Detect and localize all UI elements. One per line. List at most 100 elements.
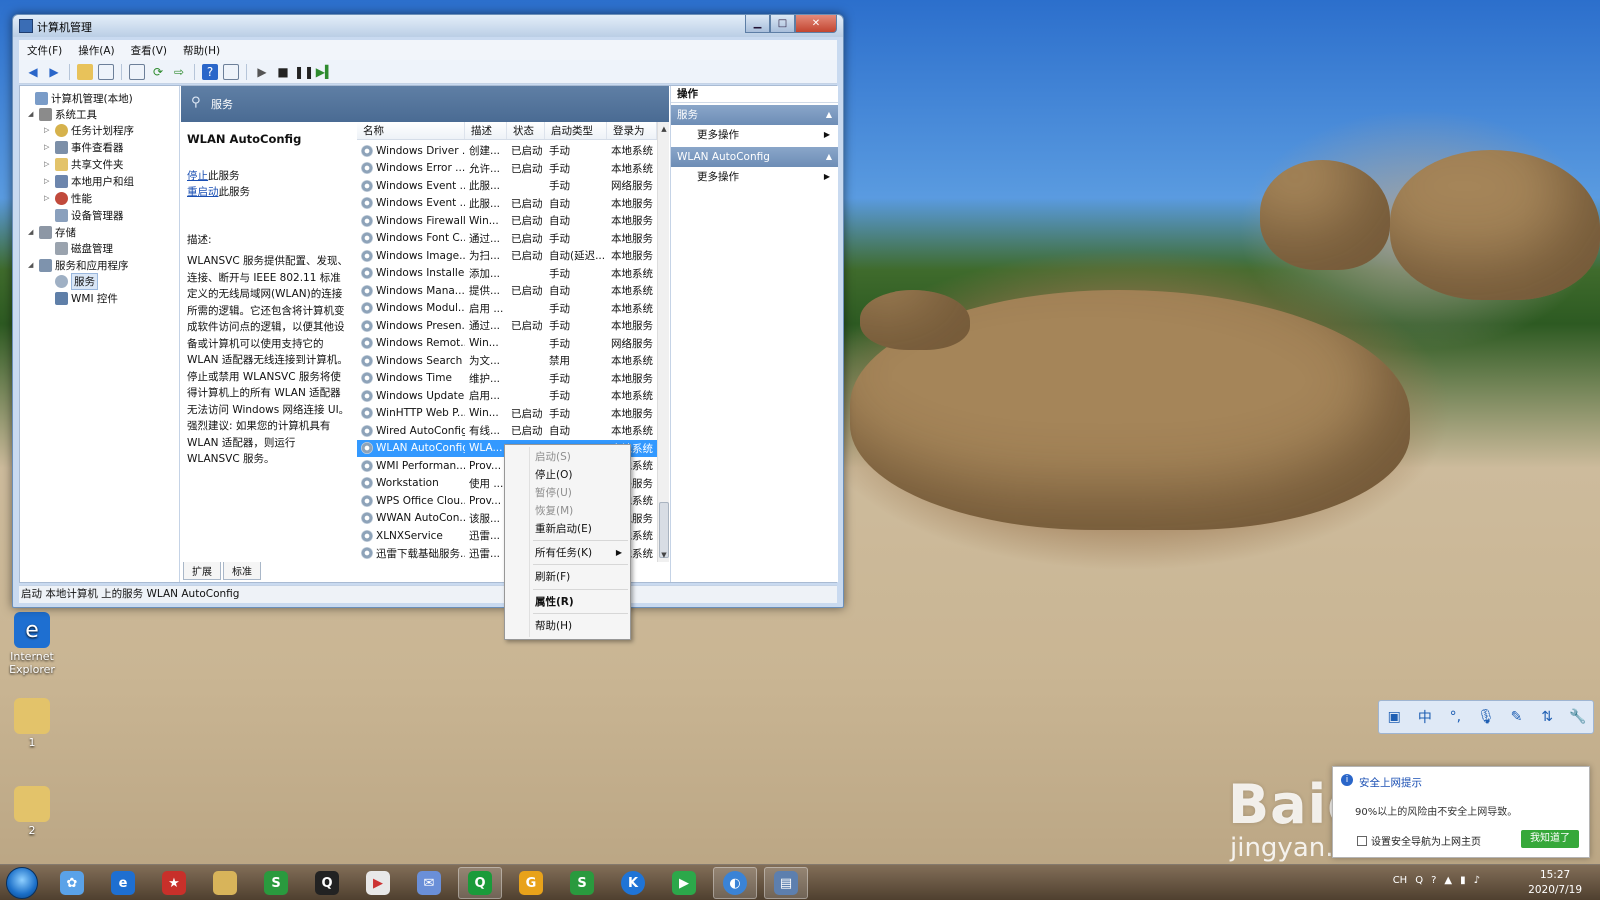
service-row[interactable]: Windows Firewall Win... 已启动 自动 本地服务 — [357, 212, 657, 230]
stop-service-link[interactable]: 停止 — [187, 170, 208, 182]
menu-file[interactable]: 文件(F) — [19, 43, 70, 58]
expand-toggle[interactable]: ▷ — [44, 177, 52, 185]
menu-help[interactable]: 帮助(H) — [175, 43, 228, 58]
tree-item-shared-folders[interactable]: ▷ 共享文件夹 — [44, 156, 124, 172]
service-row[interactable]: Windows Presen... 通过... 已启动 手动 本地服务 — [357, 317, 657, 335]
service-row[interactable]: Windows Font C... 通过... 已启动 手动 本地服务 — [357, 230, 657, 248]
scroll-down-icon[interactable]: ▼ — [658, 548, 670, 562]
service-row[interactable]: Windows Modul... 启用 ... 手动 本地系统 — [357, 300, 657, 318]
service-row[interactable]: Windows Search 为文... 禁用 本地系统 — [357, 352, 657, 370]
service-row[interactable]: Windows Event ... 此服... 手动 网络服务 — [357, 177, 657, 195]
back-arrow-icon[interactable]: ◀ — [25, 64, 41, 80]
got-it-button[interactable]: 我知道了 — [1521, 830, 1579, 848]
service-row[interactable]: Windows Remot... Win... 手动 网络服务 — [357, 335, 657, 353]
export-list-icon[interactable]: ⇨ — [171, 64, 187, 80]
column-header-status[interactable]: 状态 — [507, 122, 545, 139]
expand-toggle[interactable]: ▷ — [44, 194, 52, 202]
taskbar-qq[interactable]: Q — [305, 867, 349, 899]
context-menu-item[interactable]: 刷新(F) — [507, 567, 628, 587]
up-folder-icon[interactable] — [77, 63, 93, 80]
help-icon[interactable]: ? — [202, 63, 218, 80]
tree-item-services-apps[interactable]: ◢ 服务和应用程序 — [28, 257, 129, 273]
taskbar-g[interactable]: G — [509, 867, 553, 899]
taskbar-youku[interactable]: ▶ — [356, 867, 400, 899]
taskbar-mail[interactable]: ✉ — [407, 867, 451, 899]
taskbar-app[interactable]: ★ — [152, 867, 196, 899]
service-row[interactable]: Windows Update 启用... 手动 本地系统 — [357, 387, 657, 405]
properties-icon[interactable] — [129, 63, 145, 80]
tab-standard[interactable]: 标准 — [223, 562, 261, 580]
tree-item-system-tools[interactable]: ◢ 系统工具 — [28, 106, 97, 122]
expand-toggle[interactable]: ◢ — [28, 261, 36, 269]
tree-item-wmi-control[interactable]: WMI 控件 — [44, 290, 118, 306]
more-actions-services[interactable]: 更多操作 ▶ — [671, 125, 838, 145]
refresh-icon[interactable]: ⟳ — [150, 64, 166, 80]
service-row[interactable]: Windows Error ... 允许... 已启动 手动 本地系统 — [357, 160, 657, 178]
column-header-startup-type[interactable]: 启动类型 — [545, 122, 607, 139]
service-row[interactable]: Windows Driver ... 创建... 已启动 手动 本地系统 — [357, 142, 657, 160]
qq-tray-icon[interactable]: Q — [1415, 875, 1423, 886]
collapse-icon[interactable]: ▲ — [826, 105, 832, 125]
desktop-icon-ie[interactable]: e Internet Explorer — [2, 612, 62, 676]
tree-item-root[interactable]: 计算机管理(本地) — [24, 90, 133, 106]
expand-toggle[interactable]: ◢ — [28, 228, 36, 236]
show-hidden-icons[interactable]: ▲ — [1444, 875, 1452, 886]
context-menu-item[interactable]: 属性(R) — [507, 592, 628, 612]
taskbar-player[interactable]: ▶ — [662, 867, 706, 899]
more-actions-wlan[interactable]: 更多操作 ▶ — [671, 167, 838, 187]
pen-icon[interactable]: ✎ — [1506, 706, 1528, 728]
expand-toggle[interactable]: ▷ — [44, 126, 52, 134]
menu-view[interactable]: 查看(V) — [123, 43, 175, 58]
close-button[interactable]: ✕ — [795, 15, 837, 33]
restart-service-icon[interactable]: ▶▍ — [316, 64, 334, 80]
taskbar-photos[interactable]: ✿ — [50, 867, 94, 899]
actions-section-wlan[interactable]: WLAN AutoConfig ▲ — [671, 147, 838, 167]
ime-language-toggle[interactable]: 中 — [1414, 706, 1436, 728]
stop-service-icon[interactable]: ■ — [275, 64, 291, 80]
forward-arrow-icon[interactable]: ▶ — [46, 64, 62, 80]
tree-item-storage[interactable]: ◢ 存储 — [28, 224, 76, 240]
desktop-icon-folder-2[interactable]: 2 — [2, 786, 62, 837]
maximize-button[interactable]: □ — [770, 15, 795, 33]
punctuation-icon[interactable]: °, — [1444, 706, 1466, 728]
column-header-description[interactable]: 描述 — [465, 122, 507, 139]
swap-icon[interactable]: ⇅ — [1536, 706, 1558, 728]
restart-service-link[interactable]: 重启动 — [187, 186, 219, 198]
service-row[interactable]: Windows Image... 为扫... 已启动 自动(延迟... 本地服务 — [357, 247, 657, 265]
help-tray-icon[interactable]: ? — [1431, 875, 1436, 886]
taskbar-computer-management[interactable]: ▤ — [764, 867, 808, 899]
column-header-name[interactable]: 名称 — [357, 122, 465, 139]
context-menu-item[interactable]: 停止(O) — [507, 465, 628, 485]
collapse-icon[interactable]: ▲ — [826, 147, 832, 167]
tree-item-event-viewer[interactable]: ▷ 事件查看器 — [44, 139, 124, 155]
start-service-icon[interactable]: ▶ — [254, 64, 270, 80]
context-menu-item[interactable]: 帮助(H) — [507, 616, 628, 636]
title-bar[interactable]: 计算机管理 ▁ □ ✕ — [13, 15, 843, 37]
service-row[interactable]: Windows Event ... 此服... 已启动 自动 本地服务 — [357, 195, 657, 213]
expand-toggle[interactable]: ◢ — [28, 110, 36, 118]
mic-icon[interactable]: 🎙 — [1475, 706, 1497, 728]
wrench-icon[interactable]: 🔧 — [1567, 706, 1589, 728]
taskbar-kugou[interactable]: K — [611, 867, 655, 899]
tree-item-local-users[interactable]: ▷ 本地用户和组 — [44, 173, 134, 189]
service-row[interactable]: WinHTTP Web P... Win... 已启动 手动 本地服务 — [357, 405, 657, 423]
taskbar-sheets[interactable]: S — [254, 867, 298, 899]
clock[interactable]: 15:27 2020/7/19 — [1528, 868, 1582, 898]
pause-service-icon[interactable]: ❚❚ — [294, 64, 314, 80]
vertical-scrollbar[interactable]: ▲ ▼ — [657, 122, 669, 562]
context-menu-item[interactable]: 重新启动(E) — [507, 519, 628, 539]
tab-extended[interactable]: 扩展 — [183, 562, 221, 580]
column-header-logon-as[interactable]: 登录为 — [607, 122, 657, 139]
service-row[interactable]: Windows Time 维护... 手动 本地服务 — [357, 370, 657, 388]
taskbar-sheets2[interactable]: S — [560, 867, 604, 899]
taskbar-ie[interactable]: e — [101, 867, 145, 899]
expand-toggle[interactable]: ▷ — [44, 143, 52, 151]
expand-toggle[interactable]: ▷ — [44, 160, 52, 168]
tree-item-disk-management[interactable]: 磁盘管理 — [44, 240, 113, 256]
service-row[interactable]: Windows Mana... 提供... 已启动 自动 本地系统 — [357, 282, 657, 300]
tree-item-performance[interactable]: ▷ 性能 — [44, 190, 92, 206]
show-hide-tree-icon[interactable] — [98, 63, 114, 80]
show-hide-action-pane-icon[interactable] — [223, 63, 239, 80]
homepage-checkbox-row[interactable]: 设置安全导航为上网主页 — [1357, 833, 1481, 848]
taskbar-iqiyi[interactable]: Q — [458, 867, 502, 899]
